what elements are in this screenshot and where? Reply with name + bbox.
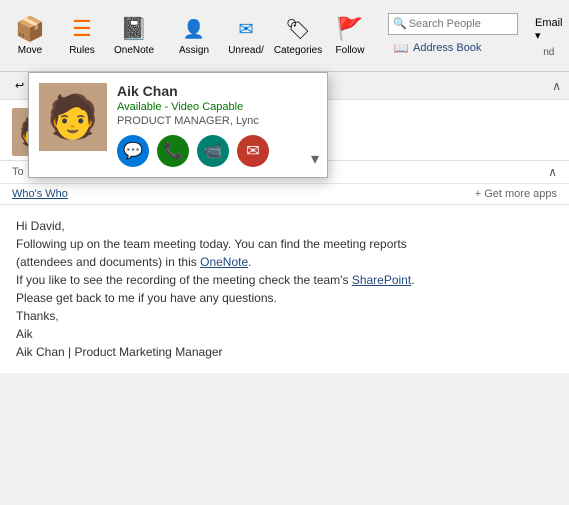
move-button[interactable]: 📦 Move <box>8 10 52 62</box>
move-label: Move <box>18 45 42 56</box>
follow-button[interactable]: 🚩 Follow <box>328 10 372 62</box>
search-area: 🔍 📖 Address Book <box>388 13 518 59</box>
rules-label: Rules <box>69 45 95 56</box>
assign-icon: 👤 <box>180 15 208 43</box>
popup-actions: 💬 📞 📹 ✉ <box>117 135 317 167</box>
email-group: Email ▾ nd <box>530 14 568 58</box>
unread-button[interactable]: ✉ Unread/ <box>224 10 268 62</box>
popup-info: Aik Chan Available - Video Capable PRODU… <box>117 83 317 167</box>
collapse-to-button[interactable]: ∧ <box>548 165 557 179</box>
rules-button[interactable]: ☰ Rules <box>60 10 104 62</box>
search-input[interactable] <box>409 18 513 30</box>
follow-icon: 🚩 <box>336 15 364 43</box>
body-text-3: If you like to see the recording of the … <box>16 273 352 287</box>
reply-icon: ↩ <box>15 79 24 92</box>
follow-group: 🚩 Follow <box>328 10 372 62</box>
body-para3: If you like to see the recording of the … <box>16 271 553 289</box>
popup-expand-button[interactable]: ▾ <box>311 149 319 169</box>
body-text-1: Following up on the team meeting today. … <box>16 237 407 251</box>
body-para1: Following up on the team meeting today. … <box>16 235 553 253</box>
get-more-apps-link[interactable]: + Get more apps <box>475 188 557 200</box>
body-thanks: Thanks, <box>16 307 553 325</box>
address-book-button[interactable]: 📖 Address Book <box>388 37 518 59</box>
categories-label: Categories <box>274 45 322 56</box>
popup-phone-button[interactable]: 📞 <box>157 135 189 167</box>
address-book-label: Address Book <box>413 42 481 54</box>
popup-status: Available - Video Capable <box>117 101 317 113</box>
email-label: Email ▾ <box>535 17 563 42</box>
onenote-label: OneNote <box>114 45 154 56</box>
onenote-group: 📓 OneNote <box>112 10 156 62</box>
popup-title: PRODUCT MANAGER, Lync <box>117 115 317 127</box>
rules-icon: ☰ <box>68 15 96 43</box>
nd-label: nd <box>543 47 554 58</box>
body-para4: Please get back to me if you have any qu… <box>16 289 553 307</box>
email-body: Hi David, Following up on the team meeti… <box>0 205 569 373</box>
assign-group: 👤 Assign <box>172 10 216 62</box>
popup-avatar: 🧑 <box>39 83 107 151</box>
body-name: Aik <box>16 325 553 343</box>
unread-label: Unread/ <box>228 45 264 56</box>
unread-icon: ✉ <box>232 15 260 43</box>
categories-group: 🏷 Categories <box>276 10 320 62</box>
sharepoint-link[interactable]: SharePoint <box>352 273 411 287</box>
collapse-sub-toolbar-button[interactable]: ∧ <box>552 79 561 93</box>
move-icon: 📦 <box>16 15 44 43</box>
assign-button[interactable]: 👤 Assign <box>172 10 216 62</box>
onenote-link[interactable]: OneNote <box>200 255 248 269</box>
body-text-2: (attendees and documents) in this <box>16 255 200 269</box>
body-greeting: Hi David, <box>16 217 553 235</box>
assign-label: Assign <box>179 45 209 56</box>
toolbar: 📦 Move ☰ Rules 📓 OneNote 👤 Assign ✉ Unre… <box>0 0 569 72</box>
whos-who-link[interactable]: Who's Who <box>12 188 68 200</box>
popup-video-button[interactable]: 📹 <box>197 135 229 167</box>
contact-popup: 🧑 Aik Chan Available - Video Capable PRO… <box>28 72 328 178</box>
email-signature: Aik Chan | Product Marketing Manager <box>16 343 553 361</box>
categories-icon: 🏷 <box>284 15 312 43</box>
follow-label: Follow <box>336 45 365 56</box>
rules-group: ☰ Rules <box>60 10 104 62</box>
onenote-button[interactable]: 📓 OneNote <box>112 10 156 62</box>
popup-avatar-image: 🧑 <box>39 83 107 151</box>
search-icon: 🔍 <box>393 17 407 30</box>
move-group: 📦 Move <box>8 10 52 62</box>
popup-chat-button[interactable]: 💬 <box>117 135 149 167</box>
to-label: To <box>12 166 24 178</box>
onenote-icon: 📓 <box>120 15 148 43</box>
body-period-1: . <box>248 255 251 269</box>
whos-who-bar: Who's Who + Get more apps <box>0 184 569 205</box>
body-para2: (attendees and documents) in this OneNot… <box>16 253 553 271</box>
popup-contact-name[interactable]: Aik Chan <box>117 83 317 99</box>
categories-button[interactable]: 🏷 Categories <box>276 10 320 62</box>
address-book-icon: 📖 <box>393 40 409 56</box>
body-period-2: . <box>411 273 414 287</box>
search-box[interactable]: 🔍 <box>388 13 518 35</box>
popup-email-button[interactable]: ✉ <box>237 135 269 167</box>
email-button[interactable]: Email ▾ <box>530 14 568 45</box>
unread-group: ✉ Unread/ <box>224 10 268 62</box>
